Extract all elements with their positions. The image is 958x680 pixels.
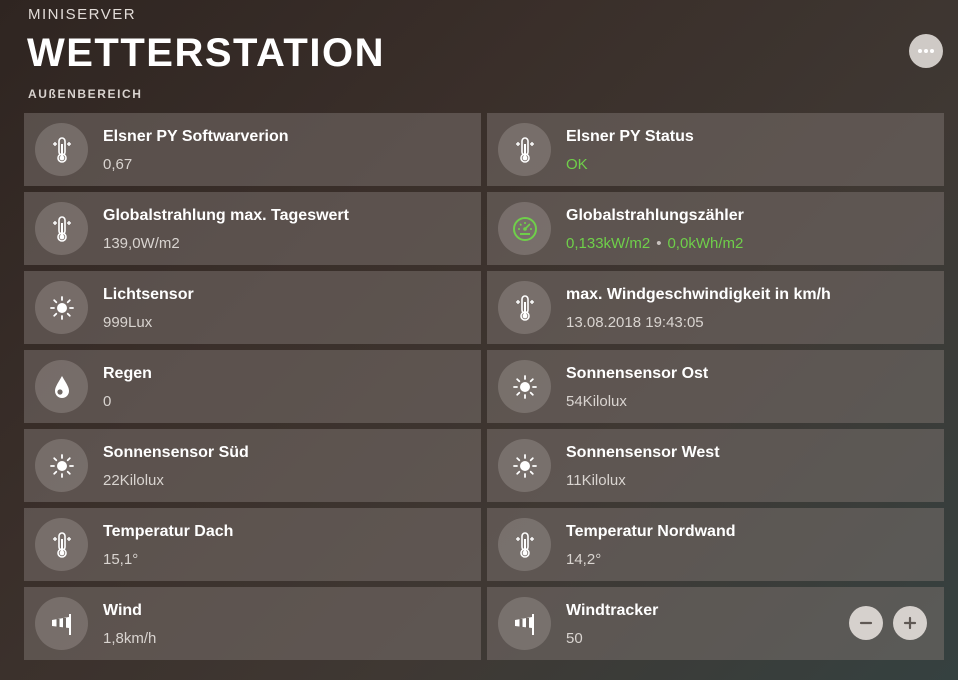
tile-lichtsensor[interactable]: Lichtsensor 999Lux — [24, 271, 481, 344]
tile-title: Regen — [103, 365, 152, 382]
tile-value: 139,0W/m2 — [103, 235, 180, 252]
tile-sonnensensor-sued[interactable]: Sonnensensor Süd 22Kilolux — [24, 429, 481, 502]
tile-sonnensensor-west[interactable]: Sonnensensor West 11Kilolux — [487, 429, 944, 502]
tile-elsner-py-status[interactable]: Elsner PY Status OK — [487, 113, 944, 186]
more-dots-icon — [918, 49, 934, 53]
tile-value: 11Kilolux — [566, 472, 626, 489]
gauge-icon — [498, 202, 551, 255]
tile-value: 50 — [566, 630, 583, 647]
tile-title: Elsner PY Softwarverion — [103, 128, 289, 145]
page-title: WETTERSTATION — [27, 31, 385, 75]
tile-value: 0,133kW/m2 • 0,0kWh/m2 — [566, 235, 743, 252]
value-separator: • — [656, 235, 662, 252]
tile-regen[interactable]: Regen 0 — [24, 350, 481, 423]
header: MINISERVER WETTERSTATION AUßENBEREICH — [0, 0, 958, 110]
tile-max-windgeschwindigkeit[interactable]: max. Windgeschwindigkeit in km/h 13.08.2… — [487, 271, 944, 344]
tile-title: max. Windgeschwindigkeit in km/h — [566, 286, 831, 303]
tile-title: Wind — [103, 602, 142, 619]
tile-elsner-py-softwareversion[interactable]: Elsner PY Softwarverion 0,67 — [24, 113, 481, 186]
tile-globalstrahlungszaehler[interactable]: Globalstrahlungszähler 0,133kW/m2 • 0,0kWh… — [487, 192, 944, 265]
tile-value: 0 — [103, 393, 112, 410]
sun-icon — [498, 439, 551, 492]
thermometer-icon — [498, 281, 551, 334]
plus-icon — [903, 616, 917, 630]
sun-icon — [498, 360, 551, 413]
tile-title: Temperatur Dach — [103, 523, 234, 540]
sun-icon — [35, 281, 88, 334]
sun-icon — [35, 439, 88, 492]
tile-value-primary: 0,133kW/m2 — [566, 235, 651, 252]
increment-button[interactable] — [893, 606, 927, 640]
tile-value: 13.08.2018 19:43:05 — [566, 314, 704, 331]
tile-temperatur-nordwand[interactable]: Temperatur Nordwand 14,2° — [487, 508, 944, 581]
tile-title: Globalstrahlungszähler — [566, 207, 744, 224]
tile-value: 22Kilolux — [103, 472, 164, 489]
tile-title: Elsner PY Status — [566, 128, 694, 145]
more-options-button[interactable] — [909, 34, 943, 68]
tile-wind[interactable]: Wind 1,8km/h — [24, 587, 481, 660]
app-name: MINISERVER — [28, 6, 137, 23]
tile-value: 54Kilolux — [566, 393, 627, 410]
windsock-icon — [35, 597, 88, 650]
thermometer-icon — [35, 123, 88, 176]
thermometer-icon — [35, 202, 88, 255]
minus-icon — [859, 621, 873, 625]
tile-windtracker[interactable]: Windtracker 50 — [487, 587, 944, 660]
thermometer-icon — [498, 518, 551, 571]
tile-value: 0,67 — [103, 156, 133, 173]
tile-temperatur-dach[interactable]: Temperatur Dach 15,1° — [24, 508, 481, 581]
raindrop-icon — [35, 360, 88, 413]
thermometer-icon — [35, 518, 88, 571]
tile-title: Lichtsensor — [103, 286, 194, 303]
tile-title: Sonnensensor West — [566, 444, 720, 461]
tile-value-secondary: 0,0kWh/m2 — [667, 235, 744, 252]
control-grid: Elsner PY Softwarverion 0,67 Elsner PY S… — [24, 113, 944, 660]
room-subtitle: AUßENBEREICH — [28, 87, 143, 101]
tile-title: Globalstrahlung max. Tageswert — [103, 207, 349, 224]
tile-value: 15,1° — [103, 551, 139, 568]
tile-title: Windtracker — [566, 602, 659, 619]
tile-title: Temperatur Nordwand — [566, 523, 736, 540]
decrement-button[interactable] — [849, 606, 883, 640]
windsock-icon — [498, 597, 551, 650]
tile-title: Sonnensensor Süd — [103, 444, 249, 461]
tile-value: 999Lux — [103, 314, 153, 331]
tile-value: 14,2° — [566, 551, 602, 568]
thermometer-icon — [498, 123, 551, 176]
tile-globalstrahlung-max-tageswert[interactable]: Globalstrahlung max. Tageswert 139,0W/m2 — [24, 192, 481, 265]
tile-value: OK — [566, 156, 588, 173]
tile-title: Sonnensensor Ost — [566, 365, 709, 382]
tile-value: 1,8km/h — [103, 630, 157, 647]
tile-sonnensensor-ost[interactable]: Sonnensensor Ost 54Kilolux — [487, 350, 944, 423]
